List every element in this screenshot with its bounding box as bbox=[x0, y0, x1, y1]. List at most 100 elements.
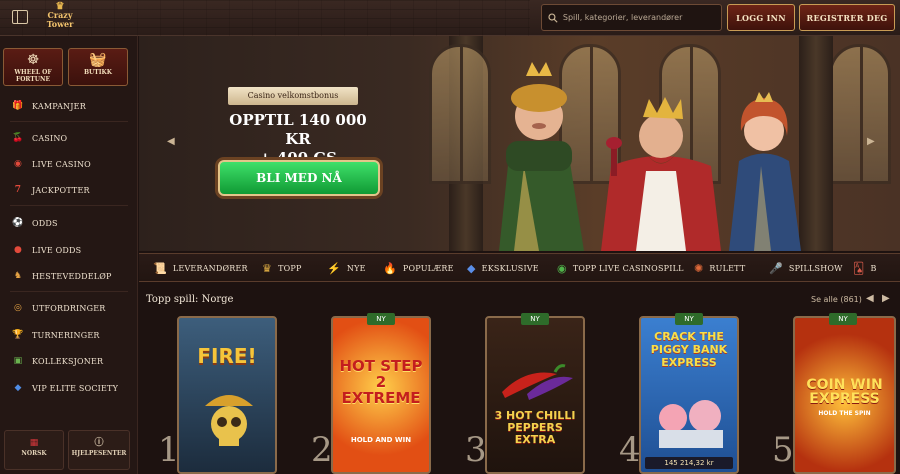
hero-prev-arrow[interactable]: ◀ bbox=[167, 136, 175, 147]
sidebar-item-label: ODDS bbox=[32, 218, 58, 228]
chip-icon: ◉ bbox=[13, 159, 23, 169]
game-card-hot-step-2-extreme[interactable]: HOT STEP 2 EXTREME HOLD AND WIN bbox=[331, 316, 431, 474]
bonus-amount-line-1: OPPTIL 140 000 KR bbox=[229, 111, 367, 148]
top-games-title: Topp spill: Norge bbox=[146, 294, 234, 305]
search-box[interactable] bbox=[541, 4, 722, 31]
help-center-label: HJELPESENTER bbox=[71, 450, 127, 457]
sidebar-item-label: JACKPOTTER bbox=[32, 185, 90, 195]
sidebar-item-live-casino[interactable]: ◉ LIVE CASINO bbox=[12, 157, 91, 171]
jackpot-amount: 145 214,32 kr bbox=[645, 457, 733, 469]
king-character-illustration bbox=[601, 97, 721, 251]
live-icon: ● bbox=[13, 245, 23, 255]
hero-next-arrow[interactable]: ▶ bbox=[867, 136, 875, 147]
sidebar-item-label: VIP ELITE SOCIETY bbox=[32, 383, 119, 393]
language-label: NORSK bbox=[21, 450, 47, 457]
diamond-icon: ◆ bbox=[14, 383, 22, 393]
category-label: RULETT bbox=[709, 263, 746, 273]
category-roulette[interactable]: ✺ RULETT bbox=[694, 260, 745, 276]
category-providers[interactable]: 📜 LEVERANDØRER bbox=[153, 260, 248, 276]
register-button[interactable]: REGISTRER DEG bbox=[799, 4, 895, 31]
roulette-icon: ✺ bbox=[694, 261, 704, 275]
sidebar-item-label: CASINO bbox=[32, 133, 68, 143]
scroll-icon: 📜 bbox=[153, 261, 167, 275]
sidebar-toggle-icon[interactable] bbox=[12, 10, 28, 24]
queen-character-illustration bbox=[499, 62, 584, 251]
category-top-live-casino[interactable]: ◉ TOPP LIVE CASINOSPILL bbox=[557, 260, 684, 276]
sidebar-item-label: LIVE ODDS bbox=[32, 245, 82, 255]
game-title: FIRE! bbox=[197, 344, 257, 368]
game-title: 3 HOT CHILLI PEPPERS EXTRA bbox=[494, 409, 576, 446]
sidebar-item-casino[interactable]: 🍒 CASINO bbox=[12, 131, 67, 145]
search-input[interactable] bbox=[562, 13, 721, 22]
sidebar-item-vip-elite-society[interactable]: ◆ VIP ELITE SOCIETY bbox=[12, 381, 118, 395]
sidebar-item-utfordringer[interactable]: ◎ UTFORDRINGER bbox=[12, 301, 105, 315]
category-exclusive[interactable]: ◆ EKSKLUSIVE bbox=[467, 260, 539, 276]
new-badge: NY bbox=[829, 313, 857, 325]
category-label: POPULÆRE bbox=[402, 263, 454, 273]
cards-icon: 🂡 bbox=[853, 261, 865, 275]
game-title: COIN WIN EXPRESS bbox=[806, 377, 883, 407]
divider bbox=[10, 291, 128, 292]
category-bar: 📜 LEVERANDØRER ♛ TOPP ⚡ NYE 🔥 POPULÆRE ◆ EKSK… bbox=[139, 253, 900, 282]
new-badge: NY bbox=[367, 313, 395, 325]
game-title: HOT STEP 2 EXTREME bbox=[339, 357, 423, 407]
shop-tile[interactable]: 🧺 BUTIKK bbox=[68, 48, 128, 86]
basket-icon: 🧺 bbox=[89, 52, 107, 68]
cards-icon: ▣ bbox=[13, 356, 23, 366]
category-popular[interactable]: 🔥 POPULÆRE bbox=[383, 260, 454, 276]
category-label: TOPP bbox=[278, 263, 302, 273]
princess-character-illustration bbox=[729, 92, 801, 251]
seven-icon: 7 bbox=[14, 185, 22, 195]
help-center-button[interactable]: ⓘ HJELPESENTER bbox=[68, 430, 130, 470]
sidebar-item-label: UTFORDRINGER bbox=[32, 303, 106, 313]
category-label: B bbox=[870, 263, 877, 273]
game-card-coin-win-express[interactable]: COIN WIN EXPRESS HOLD THE SPIN bbox=[793, 316, 896, 474]
game-rank: 2 bbox=[311, 430, 333, 470]
help-icon: ⓘ bbox=[94, 438, 104, 448]
wheel-of-fortune-label: WHEEL OF FORTUNE bbox=[14, 69, 52, 83]
sidebar-item-kolleksjoner[interactable]: ▣ KOLLEKSJONER bbox=[12, 354, 103, 368]
skull-pirate-illustration bbox=[205, 395, 253, 446]
sidebar-item-hesteveddelop[interactable]: ♞ HESTEVEDDELØP bbox=[12, 269, 112, 283]
category-more[interactable]: 🂡 B bbox=[853, 260, 877, 276]
divider bbox=[10, 121, 128, 122]
sidebar-item-label: KAMPANJER bbox=[32, 101, 86, 111]
mic-icon: 🎤 bbox=[769, 261, 783, 275]
game-rank: 5 bbox=[772, 430, 794, 470]
gem-icon: ◆ bbox=[467, 261, 476, 275]
sidebar-item-turneringer[interactable]: 🏆 TURNERINGER bbox=[12, 328, 100, 342]
join-now-button[interactable]: BLI MED NÅ bbox=[218, 160, 380, 196]
category-label: NYE bbox=[346, 263, 366, 273]
wheel-of-fortune-tile[interactable]: ☸ WHEEL OF FORTUNE bbox=[3, 48, 63, 86]
bonus-label: Casino velkomstbonus bbox=[228, 87, 358, 105]
category-label: EKSKLUSIVE bbox=[481, 263, 539, 273]
games-next-arrow[interactable]: ▶ bbox=[882, 293, 890, 304]
horse-icon: ♞ bbox=[13, 271, 23, 281]
game-rank: 3 bbox=[465, 430, 487, 470]
sidebar-item-odds[interactable]: ⚽ ODDS bbox=[12, 216, 58, 230]
wheel-icon: ☸ bbox=[26, 52, 40, 68]
chip-icon: ◉ bbox=[557, 261, 567, 275]
language-selector[interactable]: ▦ NORSK bbox=[4, 430, 64, 470]
games-prev-arrow[interactable]: ◀ bbox=[866, 293, 874, 304]
category-new[interactable]: ⚡ NYE bbox=[327, 260, 366, 276]
category-top[interactable]: ♛ TOPP bbox=[262, 260, 302, 276]
sidebar-item-label: KOLLEKSJONER bbox=[32, 356, 104, 366]
game-card-crack-the-piggy-bank-express[interactable]: CRACK THE PIGGY BANK EXPRESS 145 214,32 … bbox=[639, 316, 739, 474]
sidebar-item-jackpotter[interactable]: 7 JACKPOTTER bbox=[12, 183, 90, 197]
sidebar-item-live-odds[interactable]: ● LIVE ODDS bbox=[12, 243, 81, 257]
game-card-3-hot-chilli-peppers-extra[interactable]: 3 HOT CHILLI PEPPERS EXTRA bbox=[485, 316, 585, 474]
category-game-show[interactable]: 🎤 SPILLSHOW bbox=[769, 260, 843, 276]
crazy-tower-logo[interactable]: ♛ Crazy Tower bbox=[40, 2, 80, 32]
login-button[interactable]: LOGG INN bbox=[727, 4, 795, 31]
crown-icon: ♛ bbox=[262, 261, 273, 275]
see-all-link[interactable]: Se alle (861) bbox=[811, 295, 862, 304]
piggy-characters-illustration bbox=[659, 400, 723, 448]
lightning-icon: ⚡ bbox=[327, 261, 341, 275]
sidebar-item-kampanjer[interactable]: 🎁 KAMPANJER bbox=[12, 99, 86, 113]
top-bar: ♛ Crazy Tower LOGG INN REGISTRER DEG bbox=[0, 0, 900, 36]
game-card-fire[interactable]: FIRE! bbox=[177, 316, 277, 474]
new-badge: NY bbox=[521, 313, 549, 325]
window-decoration bbox=[829, 44, 891, 184]
football-icon: ⚽ bbox=[12, 218, 24, 228]
